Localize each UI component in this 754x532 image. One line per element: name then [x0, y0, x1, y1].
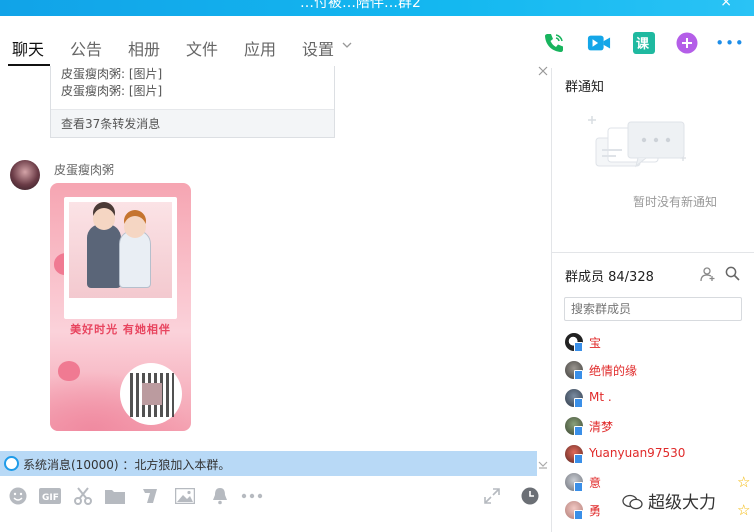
system-icon	[4, 456, 19, 471]
course-icon[interactable]: 课	[632, 31, 656, 55]
couple-illustration	[69, 202, 172, 298]
member-item[interactable]: 绝情的缘	[565, 361, 735, 381]
members-title: 群成员 84/328	[565, 270, 654, 285]
forward-line: 皮蛋瘦肉粥: [图片]	[61, 84, 163, 98]
window-title: …付被…陪伴…群2	[300, 0, 421, 11]
more-icon[interactable]: •••	[715, 31, 744, 55]
device-icon	[574, 398, 583, 408]
image-message[interactable]: 美好时光 有她相伴	[50, 183, 191, 431]
title-bar: …付被…陪伴…群2 ×	[0, 0, 754, 16]
avatar[interactable]	[10, 160, 40, 190]
member-name: Mt .	[589, 390, 612, 404]
member-name: 意	[589, 476, 602, 490]
chat-area[interactable]: 皮蛋瘦肉粥: [图片] 皮蛋瘦肉粥: [图片] 查看37条转发消息 皮蛋瘦肉粥 …	[0, 66, 551, 451]
sticker-icon[interactable]	[140, 486, 160, 506]
expand-icon[interactable]	[482, 486, 502, 506]
voice-call-icon[interactable]	[542, 31, 566, 55]
sender-name[interactable]: 皮蛋瘦肉粥	[54, 161, 114, 178]
member-item[interactable]: 清梦	[565, 417, 735, 437]
gif-icon[interactable]: GIF	[38, 486, 62, 506]
member-item[interactable]: Mt .	[565, 389, 735, 409]
video-call-icon[interactable]	[587, 31, 611, 55]
device-icon	[574, 342, 583, 352]
close-icon[interactable]	[538, 64, 548, 80]
member-name: 勇	[589, 504, 602, 518]
collapse-icon[interactable]	[538, 460, 548, 473]
scissors-icon[interactable]	[73, 486, 93, 506]
balloon-decoration	[58, 361, 80, 381]
device-icon	[574, 426, 583, 436]
active-tab-indicator	[8, 64, 50, 66]
no-notice-text: 暂时没有新通知	[632, 195, 717, 209]
tab-album[interactable]: 相册	[128, 36, 160, 60]
image-icon[interactable]	[175, 486, 195, 506]
star-icon: ☆	[737, 473, 751, 491]
more-icon[interactable]	[240, 486, 264, 506]
member-item[interactable]: 宝	[565, 333, 735, 353]
notice-title: 群通知	[565, 80, 605, 95]
watermark: 超级大力	[622, 488, 716, 513]
tab-bar: 聊天 公告 相册 文件 应用 设置 课 •••	[0, 16, 754, 68]
watermark-text: 超级大力	[648, 493, 716, 513]
add-member-icon[interactable]	[700, 266, 716, 285]
device-icon	[574, 370, 583, 380]
search-icon[interactable]	[725, 266, 740, 284]
member-name: 清梦	[589, 420, 614, 434]
tab-settings[interactable]: 设置	[302, 36, 334, 60]
right-panel: 群通知 暂时没有新通知 群成员 84/328 宝 绝情的缘 Mt .	[552, 68, 754, 532]
input-toolbar: GIF	[0, 476, 551, 516]
member-search-input[interactable]	[564, 297, 742, 321]
member-item[interactable]: Yuanyuan97530	[565, 445, 735, 465]
tab-apps[interactable]: 应用	[244, 36, 276, 60]
member-name: 宝	[589, 336, 602, 350]
star-icon: ☆	[737, 501, 751, 519]
course-label: 课	[636, 37, 650, 52]
tab-announcement[interactable]: 公告	[70, 36, 102, 60]
qr-code	[130, 373, 174, 417]
card-slogan: 美好时光 有她相伴	[70, 323, 171, 336]
svg-text:GIF: GIF	[42, 493, 59, 503]
tab-chat[interactable]: 聊天	[12, 36, 44, 60]
member-name: 绝情的缘	[589, 364, 638, 378]
empty-notice-illustration	[582, 110, 692, 183]
tab-files[interactable]: 文件	[186, 36, 218, 60]
forward-line: 皮蛋瘦肉粥: [图片]	[61, 67, 163, 81]
folder-icon[interactable]	[105, 486, 125, 506]
view-forwarded-link[interactable]: 查看37条转发消息	[51, 109, 334, 137]
emoji-icon[interactable]	[8, 486, 28, 506]
wechat-icon	[622, 494, 644, 510]
device-icon	[574, 454, 583, 464]
device-icon	[574, 510, 583, 520]
close-icon[interactable]: ×	[720, 0, 732, 10]
bell-icon[interactable]	[210, 486, 230, 506]
history-icon[interactable]	[520, 486, 540, 506]
member-name: Yuanyuan97530	[589, 446, 686, 460]
system-message: 系统消息(10000) ：北方狼加入本群。	[23, 458, 231, 472]
forwarded-message-card[interactable]: 皮蛋瘦肉粥: [图片] 皮蛋瘦肉粥: [图片] 查看37条转发消息	[50, 66, 335, 138]
add-app-icon[interactable]	[675, 31, 699, 55]
chevron-down-icon[interactable]	[342, 38, 352, 52]
device-icon	[574, 482, 583, 492]
system-message-bar: 系统消息(10000) ：北方狼加入本群。	[0, 451, 537, 476]
